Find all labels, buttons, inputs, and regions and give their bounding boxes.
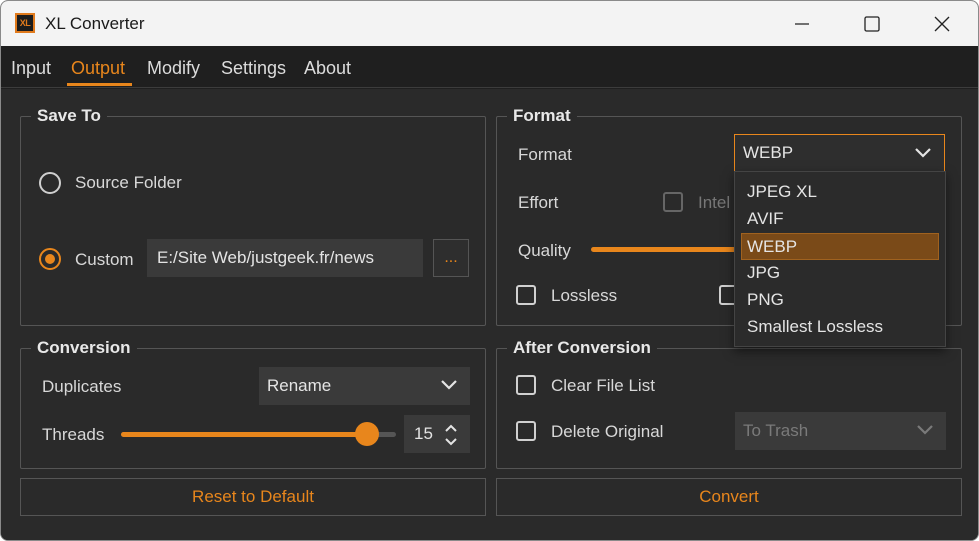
format-option-jpeg-xl[interactable]: JPEG XL — [741, 178, 939, 205]
chevron-down-icon — [915, 148, 931, 158]
duplicates-select[interactable]: Rename — [259, 367, 470, 405]
conversion-group: Conversion Duplicates Rename Threads 15 — [20, 338, 486, 469]
close-button[interactable] — [907, 1, 977, 46]
duplicates-label: Duplicates — [42, 377, 122, 396]
after-conversion-group: After Conversion Clear File List Delete … — [496, 338, 962, 469]
threads-slider-thumb[interactable] — [355, 422, 379, 446]
format-option-png[interactable]: PNG — [741, 286, 939, 313]
tab-modify[interactable]: Modify — [147, 58, 200, 78]
delete-original-label: Delete Original — [551, 422, 664, 441]
tab-about[interactable]: About — [304, 58, 351, 78]
format-option-avif[interactable]: AVIF — [741, 205, 939, 232]
threads-value: 15 — [414, 424, 433, 443]
format-select-value: WEBP — [743, 143, 794, 162]
source-folder-label: Source Folder — [75, 173, 182, 192]
spin-arrows-icon[interactable] — [444, 423, 458, 447]
custom-path-input[interactable]: E:/Site Web/justgeek.fr/news — [147, 239, 423, 277]
format-dropdown-list: JPEG XL AVIF WEBP JPG PNG Smallest Lossl… — [734, 171, 946, 347]
minimize-button[interactable] — [767, 1, 837, 46]
active-tab-indicator — [67, 83, 132, 86]
threads-spinbox[interactable]: 15 — [404, 415, 470, 453]
tab-output[interactable]: Output — [71, 58, 125, 78]
delete-mode-value: To Trash — [743, 421, 809, 440]
window-title: XL Converter — [45, 14, 145, 33]
threads-label: Threads — [42, 425, 105, 444]
format-title: Format — [507, 106, 577, 126]
tab-bar: Input Output Modify Settings About — [1, 46, 978, 88]
convert-button[interactable]: Convert — [496, 478, 962, 516]
delete-mode-select[interactable]: To Trash — [735, 412, 946, 450]
delete-original-checkbox[interactable] — [516, 421, 536, 441]
app-logo-icon: XL — [15, 13, 35, 33]
title-bar: XL XL Converter — [1, 1, 978, 46]
duplicates-select-value: Rename — [267, 376, 332, 395]
custom-radio[interactable] — [39, 248, 61, 270]
format-label: Format — [518, 145, 572, 164]
threads-slider-fill — [121, 432, 367, 437]
clear-file-list-checkbox[interactable] — [516, 375, 536, 395]
intelligent-checkbox[interactable] — [663, 192, 683, 212]
lossless-label: Lossless — [551, 286, 618, 305]
quality-slider[interactable] — [591, 247, 741, 252]
format-option-smallest-lossless[interactable]: Smallest Lossless — [741, 313, 939, 340]
app-window: XL XL Converter Input Output Modify Sett… — [0, 0, 979, 541]
chevron-down-icon — [441, 380, 457, 390]
intelligent-label: Intel — [698, 193, 731, 212]
browse-button[interactable]: ... — [433, 239, 469, 277]
save-to-group: Save To Source Folder Custom E:/Site Web… — [20, 106, 486, 326]
format-option-jpg[interactable]: JPG — [741, 259, 939, 286]
maximize-button[interactable] — [837, 1, 907, 46]
conversion-title: Conversion — [31, 338, 137, 358]
custom-label: Custom — [75, 250, 134, 269]
quality-label: Quality — [518, 241, 571, 260]
tab-settings[interactable]: Settings — [221, 58, 286, 78]
effort-label: Effort — [518, 193, 559, 212]
clear-file-list-label: Clear File List — [551, 376, 655, 395]
reset-to-default-button[interactable]: Reset to Default — [20, 478, 486, 516]
tab-input[interactable]: Input — [11, 58, 51, 78]
chevron-down-icon — [917, 425, 933, 435]
minimize-icon — [795, 23, 809, 25]
save-to-title: Save To — [31, 106, 107, 126]
maximize-icon — [864, 16, 880, 32]
format-option-webp[interactable]: WEBP — [741, 233, 939, 260]
lossless-checkbox[interactable] — [516, 285, 536, 305]
close-icon — [934, 16, 950, 32]
after-conversion-title: After Conversion — [507, 338, 657, 358]
source-folder-radio[interactable] — [39, 172, 61, 194]
format-select[interactable]: WEBP — [734, 134, 945, 172]
